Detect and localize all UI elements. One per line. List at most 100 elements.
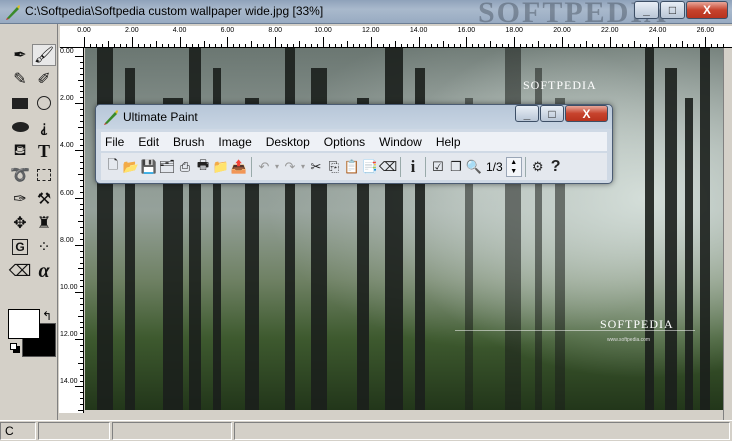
copy-icon[interactable]: ⎘ [325, 157, 343, 177]
canvas-watermark-url: www.softpedia.com [607, 337, 651, 343]
ultimate-paint-title: Ultimate Paint [123, 110, 198, 124]
help-icon[interactable]: ? [547, 157, 565, 177]
ruler-tick [80, 368, 83, 370]
foreground-color-swatch[interactable] [8, 309, 40, 339]
menu-help[interactable]: Help [436, 135, 461, 149]
ellipse-tool-icon[interactable] [32, 92, 56, 114]
ruler-tick [143, 44, 145, 47]
minimize-button[interactable]: _ [634, 1, 659, 19]
lasso-tool-icon[interactable]: ➰ [8, 164, 32, 186]
color-picker-tool-icon[interactable]: ✑ [8, 188, 32, 210]
ruler-tick [699, 44, 701, 47]
alpha-tool-icon[interactable]: α [32, 260, 56, 282]
properties-icon[interactable]: ☑ [429, 157, 447, 177]
forest-tree [685, 98, 693, 410]
scan-icon[interactable]: ⎙ [176, 157, 194, 177]
save-all-icon[interactable]: 🗂 [158, 157, 176, 177]
ruler-tick [550, 44, 552, 47]
float-minimize-button[interactable]: _ [515, 105, 539, 122]
gradient-tool-icon[interactable]: G [8, 236, 32, 258]
default-colors-icon[interactable] [10, 343, 17, 350]
color-swatches: ↰ [6, 309, 56, 359]
float-close-button[interactable]: X [565, 105, 608, 122]
eyedropper-tool-icon[interactable]: ⸘ [32, 116, 56, 138]
cut-icon[interactable]: ✂ [307, 157, 325, 177]
paste-new-icon[interactable]: 📑 [361, 157, 379, 177]
ruler-tick [430, 44, 432, 47]
smudge-tool-icon[interactable]: ✐ [32, 68, 56, 90]
ruler-tick [179, 37, 181, 47]
close-button[interactable]: X [686, 1, 728, 19]
ruler-tick [400, 44, 402, 47]
float-maximize-button[interactable]: □ [540, 105, 564, 122]
ruler-tick [80, 356, 83, 358]
open-folder-icon[interactable]: 📁 [212, 157, 230, 177]
ruler-top-label: 12.00 [362, 27, 380, 34]
paste-icon[interactable]: 📋 [343, 157, 361, 177]
menu-desktop[interactable]: Desktop [266, 135, 310, 149]
page-spinner[interactable]: ▲ ▼ [505, 156, 522, 177]
export-icon[interactable]: 📤 [230, 157, 248, 177]
fill-bucket-tool-icon[interactable]: ⛾ [8, 140, 32, 162]
ruler-tick [532, 44, 534, 47]
maximize-button[interactable]: □ [660, 1, 685, 19]
ruler-tick [80, 91, 83, 93]
ruler-tick [80, 185, 83, 187]
menu-image[interactable]: Image [218, 135, 251, 149]
ruler-tick [80, 120, 83, 122]
ruler-tick [484, 44, 486, 47]
forest-tree [665, 68, 677, 410]
vertical-ruler: 0.00 2.00 4.00 6.00 8.00 10.00 12.00 14.00 [59, 48, 84, 413]
ruler-tick [80, 115, 83, 116]
rectangle-tool-icon[interactable] [8, 92, 32, 114]
page-counter: 1/3 [486, 159, 503, 174]
ruler-tick [364, 44, 366, 47]
ruler-tick [663, 44, 665, 47]
ruler-tick [633, 41, 635, 47]
layers-icon[interactable]: ❐ [447, 157, 465, 177]
eraser-tool-icon[interactable]: ⌫ [8, 260, 32, 282]
clear-icon[interactable]: ⌫ [379, 157, 397, 177]
info-icon[interactable]: i [404, 157, 422, 177]
save-icon[interactable]: 💾 [140, 157, 158, 177]
stamp-tool-icon[interactable]: ♜ [32, 212, 56, 234]
status-bar: C [0, 420, 732, 441]
spray-tool-icon[interactable]: ⁘ [32, 236, 56, 258]
menu-file[interactable]: File [105, 135, 124, 149]
ruler-tick [645, 44, 647, 47]
ruler-tick [388, 44, 390, 47]
zoom-icon[interactable]: 🔍 [465, 157, 483, 177]
brush-tool-icon[interactable]: 🖌 [32, 44, 56, 66]
move-tool-icon[interactable]: ✥ [8, 212, 32, 234]
effects-icon[interactable]: ⚙ [529, 157, 547, 177]
pen-tool-icon[interactable]: ✒ [8, 44, 32, 66]
ruler-tick [317, 44, 319, 47]
selection-tool-icon[interactable] [32, 164, 56, 186]
text-tool-icon[interactable]: T [32, 140, 56, 162]
menu-brush[interactable]: Brush [173, 135, 204, 149]
vertical-scrollbar[interactable] [723, 48, 732, 420]
ruler-tick [693, 44, 695, 47]
spin-down-icon[interactable]: ▼ [510, 168, 517, 175]
canvas-watermark-bottom: SOFTPEDIA [600, 317, 674, 331]
open-file-icon[interactable]: 📂 [122, 157, 140, 177]
redo-icon[interactable]: ↷ [281, 157, 299, 177]
new-file-icon[interactable]: 🗋 [104, 157, 122, 177]
main-toolbar: 🗋 📂 💾 🗂 ⎙ 🖶 📁 📤 ↶ ▾ ↷ ▾ ✂ ⎘ 📋 📑 ⌫ i ☑ ❐ … [101, 153, 607, 180]
undo-dropdown-icon[interactable]: ▾ [273, 157, 281, 177]
menu-edit[interactable]: Edit [138, 135, 159, 149]
undo-icon[interactable]: ↶ [255, 157, 273, 177]
spin-up-icon[interactable]: ▲ [510, 159, 517, 166]
redo-dropdown-icon[interactable]: ▾ [299, 157, 307, 177]
swap-colors-icon[interactable]: ↰ [42, 309, 52, 323]
filled-ellipse-tool-icon[interactable] [8, 116, 32, 138]
marker-tool-icon[interactable]: ✎ [8, 68, 32, 90]
hammer-tool-icon[interactable]: ⚒ [32, 188, 56, 210]
toolbar-separator [400, 156, 401, 177]
print-icon[interactable]: 🖶 [194, 157, 212, 177]
ruler-tick [80, 67, 83, 69]
menu-options[interactable]: Options [324, 135, 365, 149]
image-canvas[interactable]: SOFTPEDIA SOFTPEDIA www.softpedia.com [85, 48, 723, 410]
menu-window[interactable]: Window [379, 135, 422, 149]
ruler-tick [80, 392, 83, 394]
